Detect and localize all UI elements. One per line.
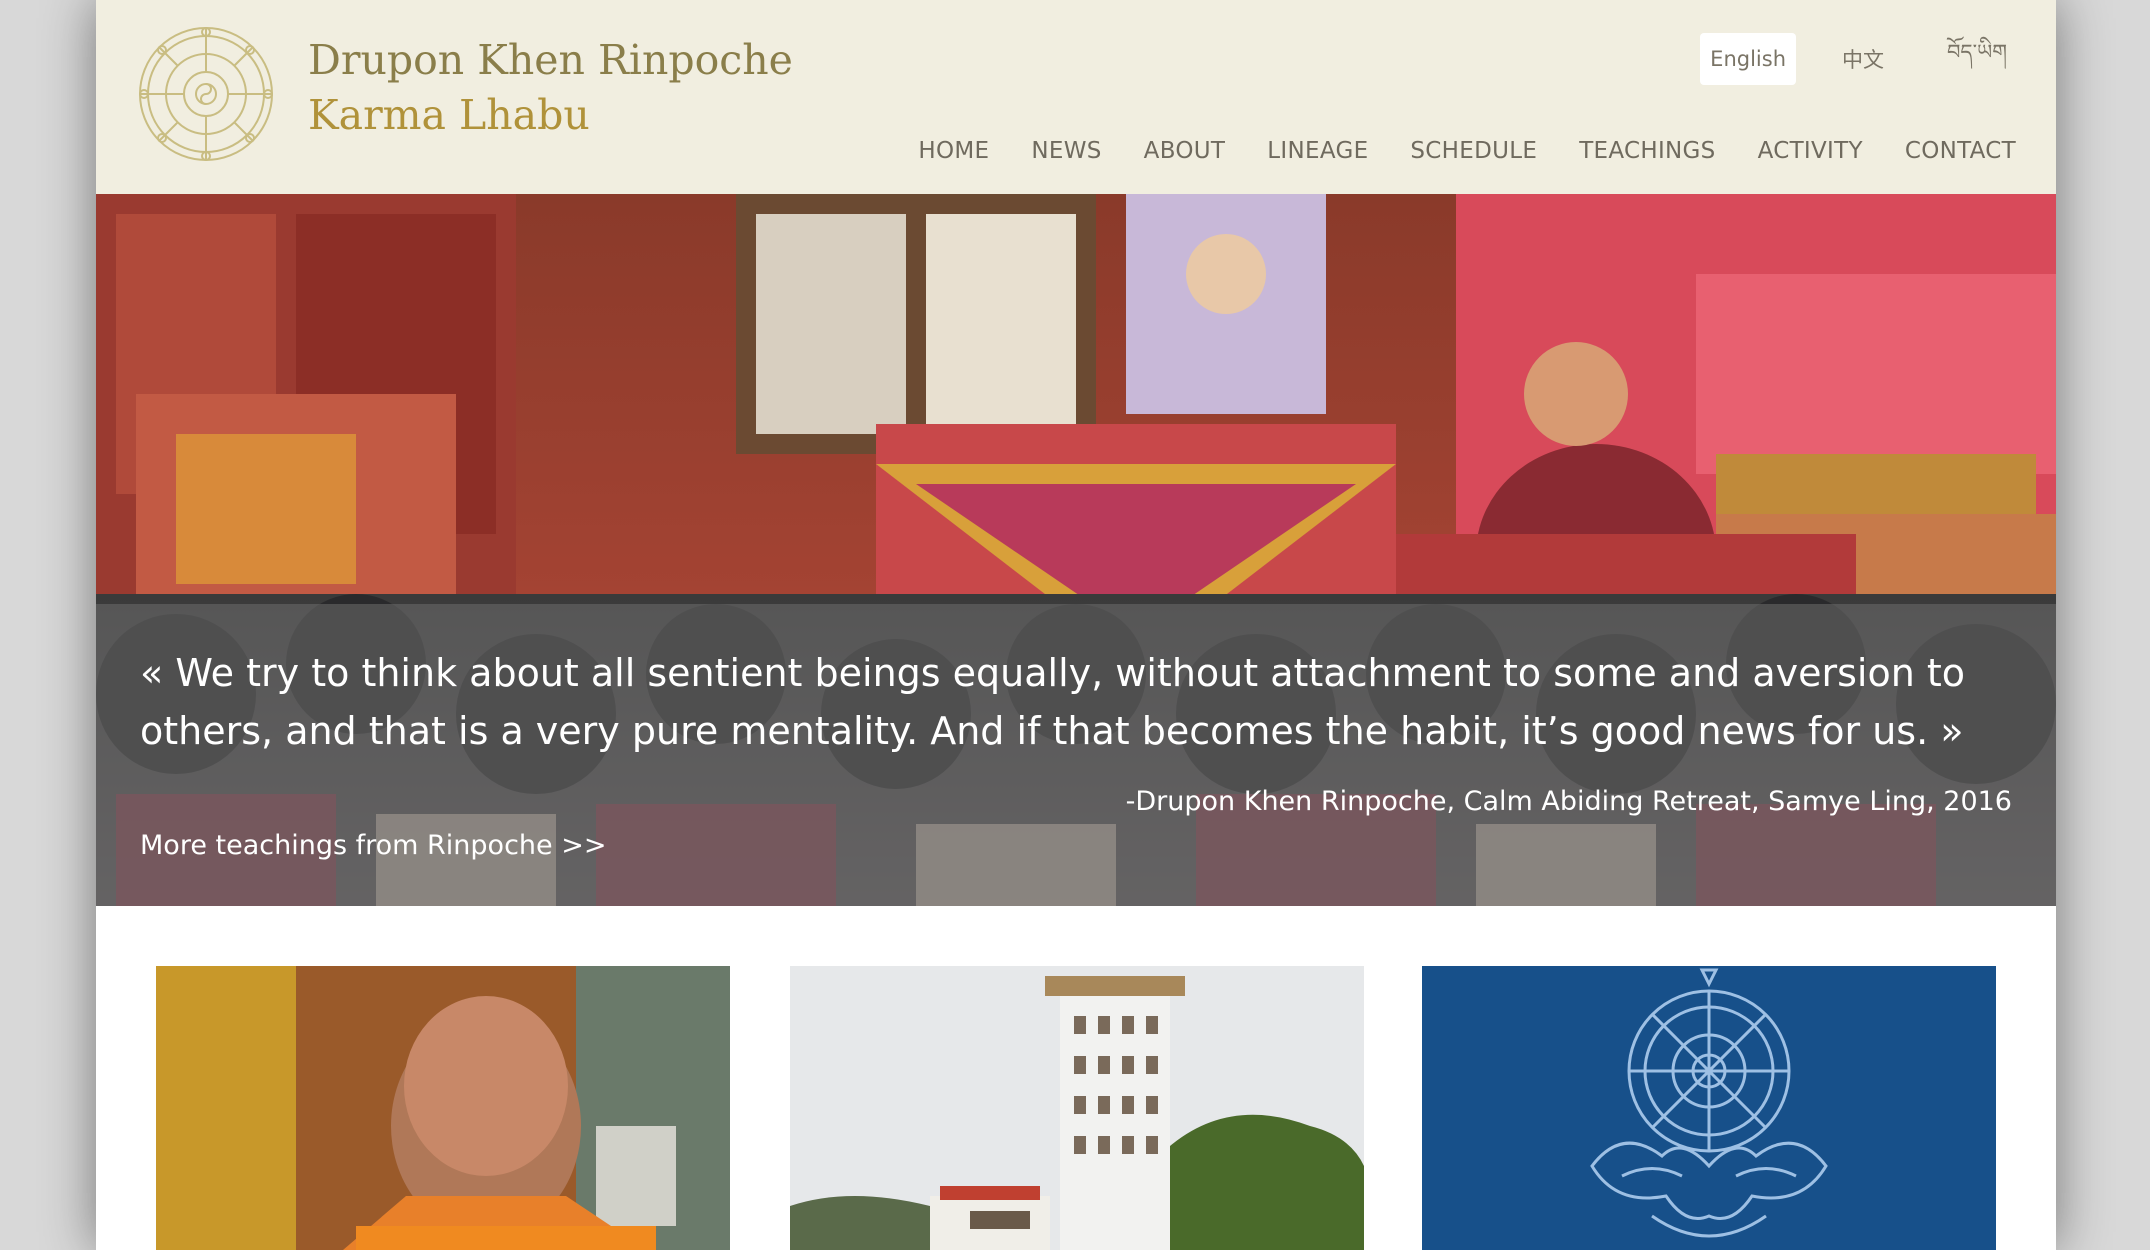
page-container: Drupon Khen Rinpoche Karma Lhabu English… [96, 0, 2056, 1250]
lang-english[interactable]: English [1700, 32, 1796, 85]
hero-banner: « We try to think about all sentient bei… [96, 194, 2056, 906]
hero-attribution: -Drupon Khen Rinpoche, Calm Abiding Retr… [1125, 786, 2012, 817]
language-switcher: English 中文 བོད་ཡིག [1700, 15, 2024, 102]
lang-chinese[interactable]: 中文 [1816, 30, 1910, 88]
card-rinpoche-portrait[interactable] [156, 966, 730, 1250]
dharma-wheel-emblem-image [1422, 966, 1996, 1250]
nav-home[interactable]: HOME [918, 138, 989, 164]
nav-contact[interactable]: CONTACT [1905, 138, 2016, 164]
site-header: Drupon Khen Rinpoche Karma Lhabu English… [96, 0, 2056, 194]
rinpoche-portrait-image [156, 966, 730, 1250]
site-title-name: Drupon Khen Rinpoche [308, 36, 793, 84]
nav-schedule[interactable]: SCHEDULE [1410, 138, 1537, 164]
site-title[interactable]: Drupon Khen Rinpoche Karma Lhabu [308, 36, 793, 140]
card-emblem[interactable] [1422, 966, 1996, 1250]
more-teachings-link[interactable]: More teachings from Rinpoche >> [140, 830, 606, 861]
nav-about[interactable]: ABOUT [1144, 138, 1226, 164]
nav-activity[interactable]: ACTIVITY [1758, 138, 1863, 164]
monastery-image [790, 966, 1364, 1250]
nav-teachings[interactable]: TEACHINGS [1579, 138, 1715, 164]
nav-lineage[interactable]: LINEAGE [1267, 138, 1368, 164]
main-nav: HOME NEWS ABOUT LINEAGE SCHEDULE TEACHIN… [918, 138, 2016, 164]
card-monastery[interactable] [790, 966, 1364, 1250]
hero-quote: « We try to think about all sentient bei… [140, 651, 1966, 753]
site-title-subname: Karma Lhabu [308, 91, 590, 140]
dharma-wheel-icon[interactable] [134, 22, 278, 166]
nav-news[interactable]: NEWS [1031, 138, 1101, 164]
lang-tibetan[interactable]: བོད་ཡིག [1930, 15, 2024, 102]
